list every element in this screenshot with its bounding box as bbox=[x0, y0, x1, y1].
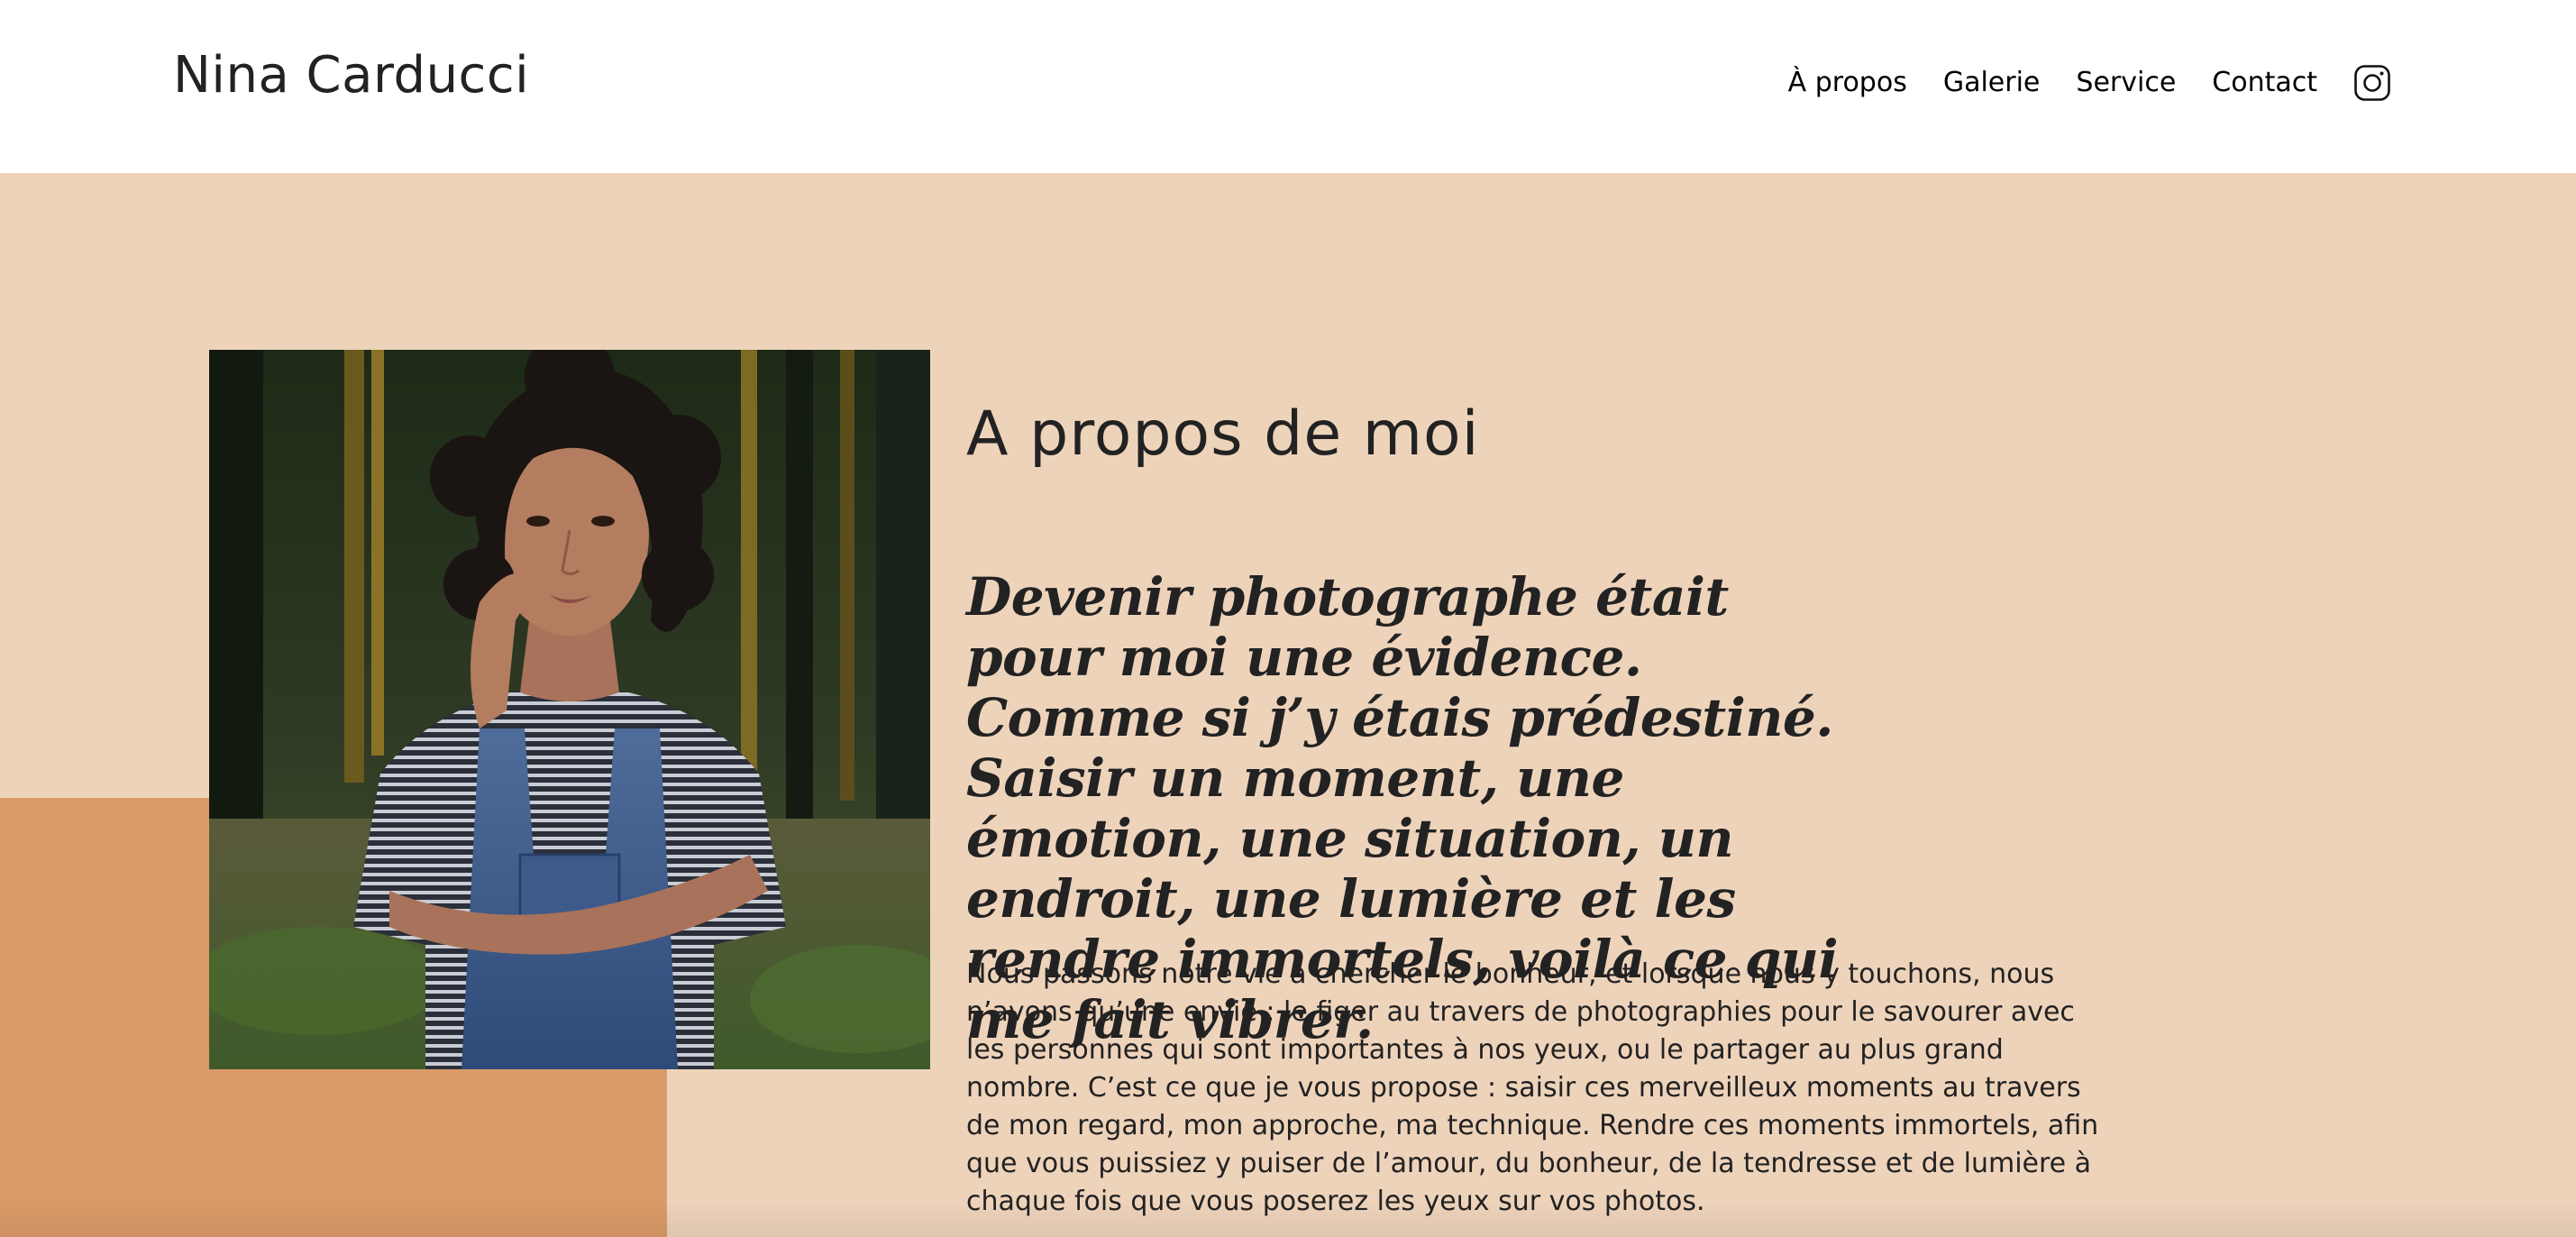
instagram-icon[interactable] bbox=[2353, 64, 2391, 102]
bottom-shade bbox=[0, 1201, 2576, 1237]
main-nav: À propos Galerie Service Contact bbox=[1788, 61, 2391, 105]
portrait-illustration bbox=[209, 350, 930, 1069]
about-heading: A propos de moi bbox=[966, 399, 1480, 470]
about-section: A propos de moi Devenir photographe étai… bbox=[0, 173, 2576, 1237]
instagram-icon-graphic bbox=[2354, 65, 2390, 101]
nav-link-service[interactable]: Service bbox=[2076, 61, 2176, 105]
nav-link-about[interactable]: À propos bbox=[1788, 61, 1907, 105]
about-body: Nous passons notre vie à chercher le bon… bbox=[966, 958, 2099, 1217]
nav-link-gallery[interactable]: Galerie bbox=[1943, 61, 2041, 105]
portrait-photo bbox=[209, 350, 930, 1069]
site-header: Nina Carducci À propos Galerie Service C… bbox=[0, 0, 2576, 173]
nav-link-contact[interactable]: Contact bbox=[2212, 61, 2317, 105]
site-title[interactable]: Nina Carducci bbox=[173, 43, 529, 108]
